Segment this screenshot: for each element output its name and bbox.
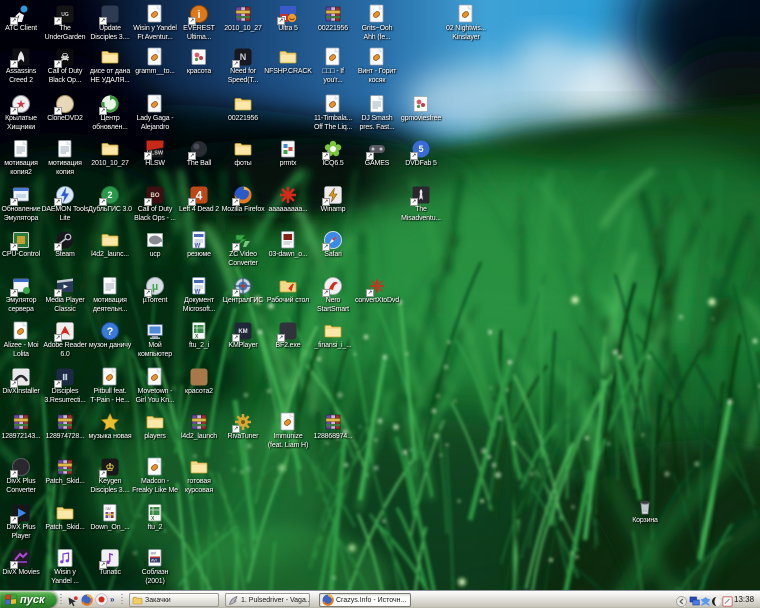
svg-text:?: ?	[107, 326, 114, 338]
svg-text:BO: BO	[151, 193, 160, 199]
svg-text:2: 2	[107, 190, 112, 200]
svg-text:UG: UG	[61, 12, 69, 18]
svg-text:☠: ☠	[61, 53, 70, 64]
svg-text:5: 5	[418, 144, 423, 154]
svg-text:W: W	[195, 244, 201, 250]
svg-text:N: N	[240, 52, 247, 62]
svg-text:4: 4	[196, 188, 203, 202]
svg-text:µ: µ	[152, 281, 158, 293]
svg-text:rar: rar	[106, 506, 112, 511]
svg-text:AVI: AVI	[151, 559, 157, 563]
svg-text:avi: avi	[151, 551, 157, 556]
svg-text:KM: KM	[238, 329, 247, 335]
svg-text:★: ★	[17, 100, 26, 111]
svg-text:♔: ♔	[106, 463, 115, 474]
svg-text:Ⅲ: Ⅲ	[62, 373, 68, 382]
svg-text:W: W	[195, 290, 201, 296]
svg-text:i: i	[197, 9, 200, 21]
